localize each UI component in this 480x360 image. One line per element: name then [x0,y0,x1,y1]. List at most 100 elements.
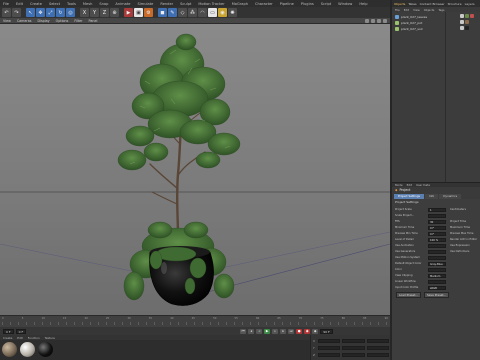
scale-icon[interactable]: ⤢ [46,8,55,17]
object-name[interactable]: plant_027_leaves [401,15,427,19]
om-view-menu[interactable]: View [413,8,420,12]
rotation-b-field[interactable] [366,352,389,357]
recent-tool-icon[interactable]: ◎ [66,8,75,17]
maximize-icon[interactable] [383,19,387,23]
attribute-value-field[interactable] [428,213,446,218]
mat-create-menu[interactable]: Create [3,336,12,340]
attribute-value-field[interactable]: Medium [428,273,446,278]
tab-takes[interactable]: Takes [408,2,416,6]
object-manager-column-divider[interactable] [445,12,446,182]
play-icon[interactable]: ▶ [264,328,271,334]
tab-info[interactable]: Info [424,194,439,199]
deformer-icon[interactable]: ◠ [198,8,207,17]
record-icon[interactable]: ● [296,328,303,334]
camera-icon[interactable]: ◉ [218,8,227,17]
menu-plugins[interactable]: Plugins [301,2,314,6]
menu-create[interactable]: Create [30,2,42,6]
menu-render[interactable]: Render [160,2,173,6]
undo-icon[interactable]: ↶ [2,8,11,17]
perspective-viewport[interactable] [0,24,390,315]
tab-project-settings[interactable]: Project Settings [394,194,424,199]
attribute-value-field[interactable]: sRGB [428,285,446,290]
attribute-value-field[interactable] [428,243,446,248]
z-axis-icon[interactable]: Z [100,8,109,17]
options-menu-item[interactable]: Options [56,19,69,23]
menu-animate[interactable]: Animate [115,2,130,6]
attribute-value-field[interactable]: 1 [428,207,446,212]
menu-snap[interactable]: Snap [99,2,108,6]
size-x-field[interactable] [342,338,365,343]
previous-frame-icon[interactable]: ◃ [256,328,263,334]
pan-icon[interactable] [365,19,369,23]
keyframe-selection-icon[interactable]: ◆ [312,328,319,334]
load-preset-button[interactable]: Load Preset... [396,292,421,298]
current-frame-field[interactable]: 0 F [15,328,27,334]
attribute-value-field[interactable]: 0 F [428,225,446,230]
position-x-field[interactable] [318,338,341,343]
menu-tools[interactable]: Tools [67,2,76,6]
x-axis-icon[interactable]: X [80,8,89,17]
go-to-end-icon[interactable]: ⏭ [288,328,295,334]
render-view-icon[interactable]: ▶ [124,8,133,17]
panel-menu-item[interactable]: Panel [89,19,98,23]
cube-icon[interactable]: ◼ [158,8,167,17]
edit-render-settings-icon[interactable]: ⚙ [144,8,153,17]
pen-icon[interactable]: ✎ [168,8,177,17]
material-tag-icon[interactable] [465,20,469,24]
filter-menu-item[interactable]: Filter [74,19,82,23]
material-swatch[interactable] [38,342,53,357]
phong-tag-icon[interactable] [460,26,464,30]
menu-mograph[interactable]: MoGraph [232,2,248,6]
attribute-value-field[interactable]: 0 F [428,231,446,236]
size-y-field[interactable] [342,345,365,350]
subdivision-icon[interactable]: ◇ [178,8,187,17]
tab-layers[interactable]: Layers [465,2,475,6]
om-edit-menu[interactable]: Edit [404,8,409,12]
om-file-menu[interactable]: File [395,8,400,12]
mat-texture-menu[interactable]: Texture [45,336,55,340]
attribute-value-field[interactable]: Gray-Blue [428,261,446,266]
cameras-menu-item[interactable]: Cameras [17,19,32,23]
attribute-value-field[interactable]: 100 % [428,237,446,242]
orbit-icon[interactable] [377,19,381,23]
attribute-value-field[interactable]: 30 [428,219,446,224]
start-frame-field[interactable]: 0 F [3,328,14,334]
phong-tag-icon[interactable] [460,20,464,24]
floor-icon[interactable]: ▭ [208,8,217,17]
tab-structure[interactable]: Structure [448,2,462,6]
mat-edit-menu[interactable]: Edit [17,336,22,340]
material-swatch[interactable] [20,342,35,357]
size-z-field[interactable] [342,352,365,357]
rotate-icon[interactable]: ↻ [56,8,65,17]
menu-edit[interactable]: Edit [16,2,23,6]
view-menu-item[interactable]: View [3,19,11,23]
light-icon[interactable]: ✺ [228,8,237,17]
material-swatch[interactable] [2,342,17,357]
menu-simulate[interactable]: Simulate [137,2,153,6]
array-icon[interactable]: ⁂ [188,8,197,17]
save-preset-button[interactable]: Save Preset... [424,292,450,298]
menu-script[interactable]: Script [321,2,331,6]
render-picture-viewer-icon[interactable]: ▣ [134,8,143,17]
material-tag-icon[interactable] [465,26,469,30]
material-tag-icon[interactable] [465,14,469,18]
timeline-ruler[interactable]: 0 5 10 15 20 25 30 35 40 45 50 55 60 65 70 75 80 85 90 [0,315,390,327]
position-y-field[interactable] [318,345,341,350]
attribute-value-field[interactable] [428,249,446,254]
next-frame-icon[interactable]: ▹ [272,328,279,334]
attribute-value-field[interactable] [428,279,446,284]
phong-tag-icon[interactable] [460,14,464,18]
mat-function-menu[interactable]: Function [28,336,40,340]
go-to-start-icon[interactable]: ⏮ [240,328,247,334]
autokey-icon[interactable]: ◉ [304,328,311,334]
object-row[interactable]: plant_027_pot [395,20,480,25]
display-menu-item[interactable]: Display [37,19,49,23]
tab-content-browser[interactable]: Content Browser [420,2,445,6]
next-key-icon[interactable]: ▸ [280,328,287,334]
menu-character[interactable]: Character [255,2,273,6]
menu-help[interactable]: Help [359,2,367,6]
attribute-value-field[interactable] [428,255,446,260]
coordinate-system-icon[interactable]: ⊕ [110,8,119,17]
material-tag-icon[interactable] [470,14,474,18]
tab-dynamics[interactable]: Dynamics [439,194,462,199]
